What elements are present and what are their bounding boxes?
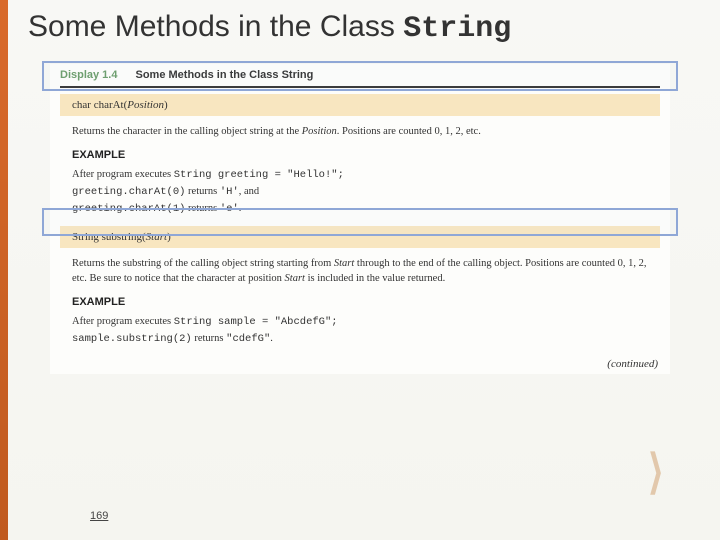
desc-b: . Positions are counted 0, 1, 2, etc.	[337, 126, 481, 137]
content-frame: Display 1.4 Some Methods in the Class St…	[50, 64, 670, 374]
c: sample.substring(2)	[72, 333, 192, 345]
sig-close: )	[167, 231, 171, 243]
ex1-line2: greeting.charAt(0) returns 'H', and	[72, 184, 648, 201]
method2-desc: Returns the substring of the calling obj…	[50, 248, 670, 290]
c: 'H'	[220, 186, 239, 198]
desc-c: is included in the value returned.	[305, 273, 445, 284]
rule-line	[60, 86, 660, 88]
desc-p1: Start	[334, 258, 354, 269]
example-code-2: After program executes String sample = "…	[50, 312, 670, 350]
sig-kw: char	[72, 99, 91, 111]
example-label-2: EXAMPLE	[50, 290, 670, 312]
page-number: 169	[90, 510, 108, 522]
t: returns	[192, 333, 226, 344]
desc-a: Returns the character in the calling obj…	[72, 126, 302, 137]
method-sig-substring: String substring(Start)	[60, 226, 660, 248]
t: After program executes	[72, 169, 174, 180]
display-label: Display 1.4	[60, 69, 117, 81]
display-header: Display 1.4 Some Methods in the Class St…	[50, 64, 670, 84]
sig-kw: String	[72, 231, 99, 243]
method-sig-charat: char charAt(Position)	[60, 94, 660, 116]
method1-desc: Returns the character in the calling obj…	[50, 116, 670, 143]
display-caption: Some Methods in the Class String	[135, 69, 313, 81]
t: returns	[185, 203, 219, 214]
continued-label: (continued)	[50, 350, 670, 374]
sig-close: )	[164, 99, 168, 111]
ex2-line1: After program executes String sample = "…	[72, 314, 648, 331]
sig-param: Position	[127, 99, 164, 111]
title-code: String	[403, 12, 511, 46]
t: returns	[185, 186, 219, 197]
ex2-line2: sample.substring(2) returns "cdefG".	[72, 331, 648, 348]
t: .	[239, 203, 242, 214]
ex1-line1: After program executes String greeting =…	[72, 167, 648, 184]
sig-name: substring(	[102, 231, 146, 243]
example-code-1: After program executes String greeting =…	[50, 165, 670, 219]
accent-bar	[0, 0, 8, 540]
ex1-line3: greeting.charAt(1) returns 'e'.	[72, 201, 648, 218]
desc-a: Returns the substring of the calling obj…	[72, 258, 334, 269]
title-prefix: Some Methods in the Class	[28, 10, 403, 43]
c: String sample = "AbcdefG";	[174, 316, 338, 328]
sig-param: Start	[146, 231, 167, 243]
t: After program executes	[72, 316, 174, 327]
c: greeting.charAt(1)	[72, 203, 185, 215]
c: "cdefG"	[226, 333, 270, 345]
example-label-1: EXAMPLE	[50, 143, 670, 165]
sig-name: charAt(	[94, 99, 128, 111]
desc-p2: Start	[285, 273, 305, 284]
c: greeting.charAt(0)	[72, 186, 185, 198]
desc-param: Position	[302, 126, 337, 137]
c: 'e'	[220, 203, 239, 215]
c: String greeting = "Hello!";	[174, 169, 344, 181]
slide-title: Some Methods in the Class String	[0, 0, 720, 64]
t: .	[270, 333, 273, 344]
t: , and	[239, 186, 259, 197]
chevron-icon: ❯	[648, 446, 663, 495]
